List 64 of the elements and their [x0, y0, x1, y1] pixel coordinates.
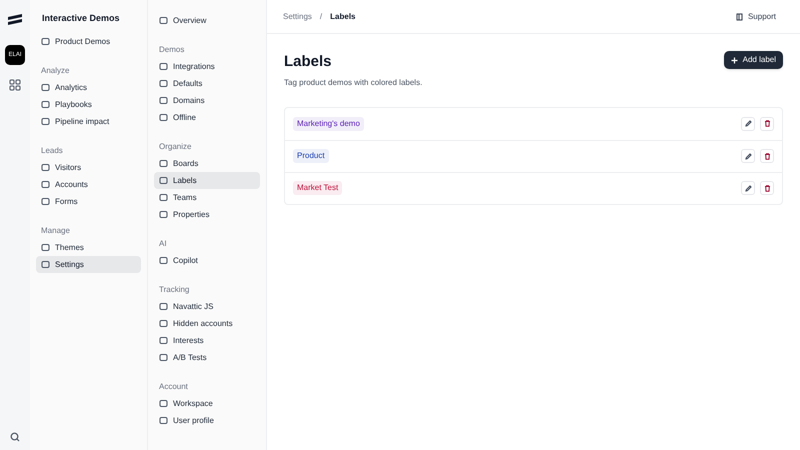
support-link[interactable]: Support [736, 10, 776, 22]
nav-item[interactable]: Domains [154, 92, 260, 109]
nav-item[interactable]: Playbooks [36, 96, 141, 113]
menu-item-icon [159, 16, 168, 25]
book-icon [736, 12, 744, 20]
logo-icon [7, 13, 23, 27]
breadcrumb-separator: / [320, 10, 322, 22]
nav-item[interactable]: Settings [36, 256, 141, 273]
nav-item[interactable]: Visitors [36, 159, 141, 176]
breadcrumb-current: Labels [330, 10, 356, 22]
section-heading: Demos [158, 44, 186, 56]
nav-item[interactable]: Themes [36, 239, 141, 256]
nav-item[interactable]: Properties [154, 206, 260, 223]
label-tag: Market Test [293, 181, 342, 195]
section-heading: Tracking [158, 284, 190, 296]
trash-icon [764, 152, 770, 160]
nav-item[interactable]: Navattic JS [154, 298, 260, 315]
section-heading: Leads [40, 144, 64, 156]
nav-item[interactable]: Offline [154, 109, 260, 126]
trash-icon [764, 120, 770, 127]
app-title: Interactive Demos [41, 12, 121, 25]
nav-item[interactable]: Integrations [154, 58, 260, 75]
nav-item[interactable]: A/B Tests [154, 349, 260, 366]
nav-item[interactable]: Overview [154, 12, 260, 29]
nav-item[interactable]: Forms [36, 193, 141, 210]
section-heading: Account [158, 380, 189, 392]
section-heading: AI [158, 238, 168, 250]
nav-item[interactable]: Accounts [36, 176, 141, 193]
pencil-icon [744, 184, 752, 192]
page-subtitle: Tag product demos with colored labels. [284, 76, 424, 88]
nav-item[interactable]: Product Demos [36, 33, 141, 50]
nav-item[interactable]: Copilot [154, 252, 260, 269]
breadcrumb-link[interactable]: Settings [283, 10, 312, 22]
section-heading: Analyze [40, 64, 70, 77]
section-heading: Organize [158, 140, 192, 153]
section-heading: Manage [40, 224, 71, 237]
plus-icon [730, 56, 738, 64]
nav-item[interactable]: Pipeline impact [36, 113, 141, 130]
nav-item[interactable]: Defaults [154, 75, 260, 92]
pencil-icon [744, 152, 752, 160]
nav-item[interactable]: Workspace [154, 395, 260, 412]
delete-button[interactable] [760, 116, 774, 130]
page-title: Labels [284, 52, 333, 72]
edit-button[interactable] [741, 116, 755, 130]
delete-button[interactable] [760, 149, 774, 163]
trash-icon [764, 184, 770, 192]
nav-item[interactable]: User profile [154, 412, 260, 429]
menu-item-icon [41, 37, 50, 46]
menu-item-icon [159, 256, 168, 265]
label-tag: Marketing's demo [293, 116, 364, 130]
nav-item[interactable]: Teams [154, 189, 260, 206]
label-tag: Product [293, 149, 329, 163]
nav-item[interactable]: Boards [154, 155, 260, 172]
nav-item[interactable]: Interests [154, 332, 260, 349]
delete-button[interactable] [760, 181, 774, 195]
add-label-button[interactable]: Add label [724, 51, 783, 69]
nav-item[interactable]: Hidden accounts [154, 315, 260, 332]
edit-button[interactable] [741, 181, 755, 195]
pencil-icon [744, 120, 752, 127]
nav-item[interactable]: Labels [154, 172, 260, 189]
nav-item[interactable]: Analytics [36, 79, 141, 96]
edit-button[interactable] [741, 149, 755, 163]
search-icon[interactable] [10, 432, 20, 442]
grid-icon[interactable] [9, 79, 21, 91]
